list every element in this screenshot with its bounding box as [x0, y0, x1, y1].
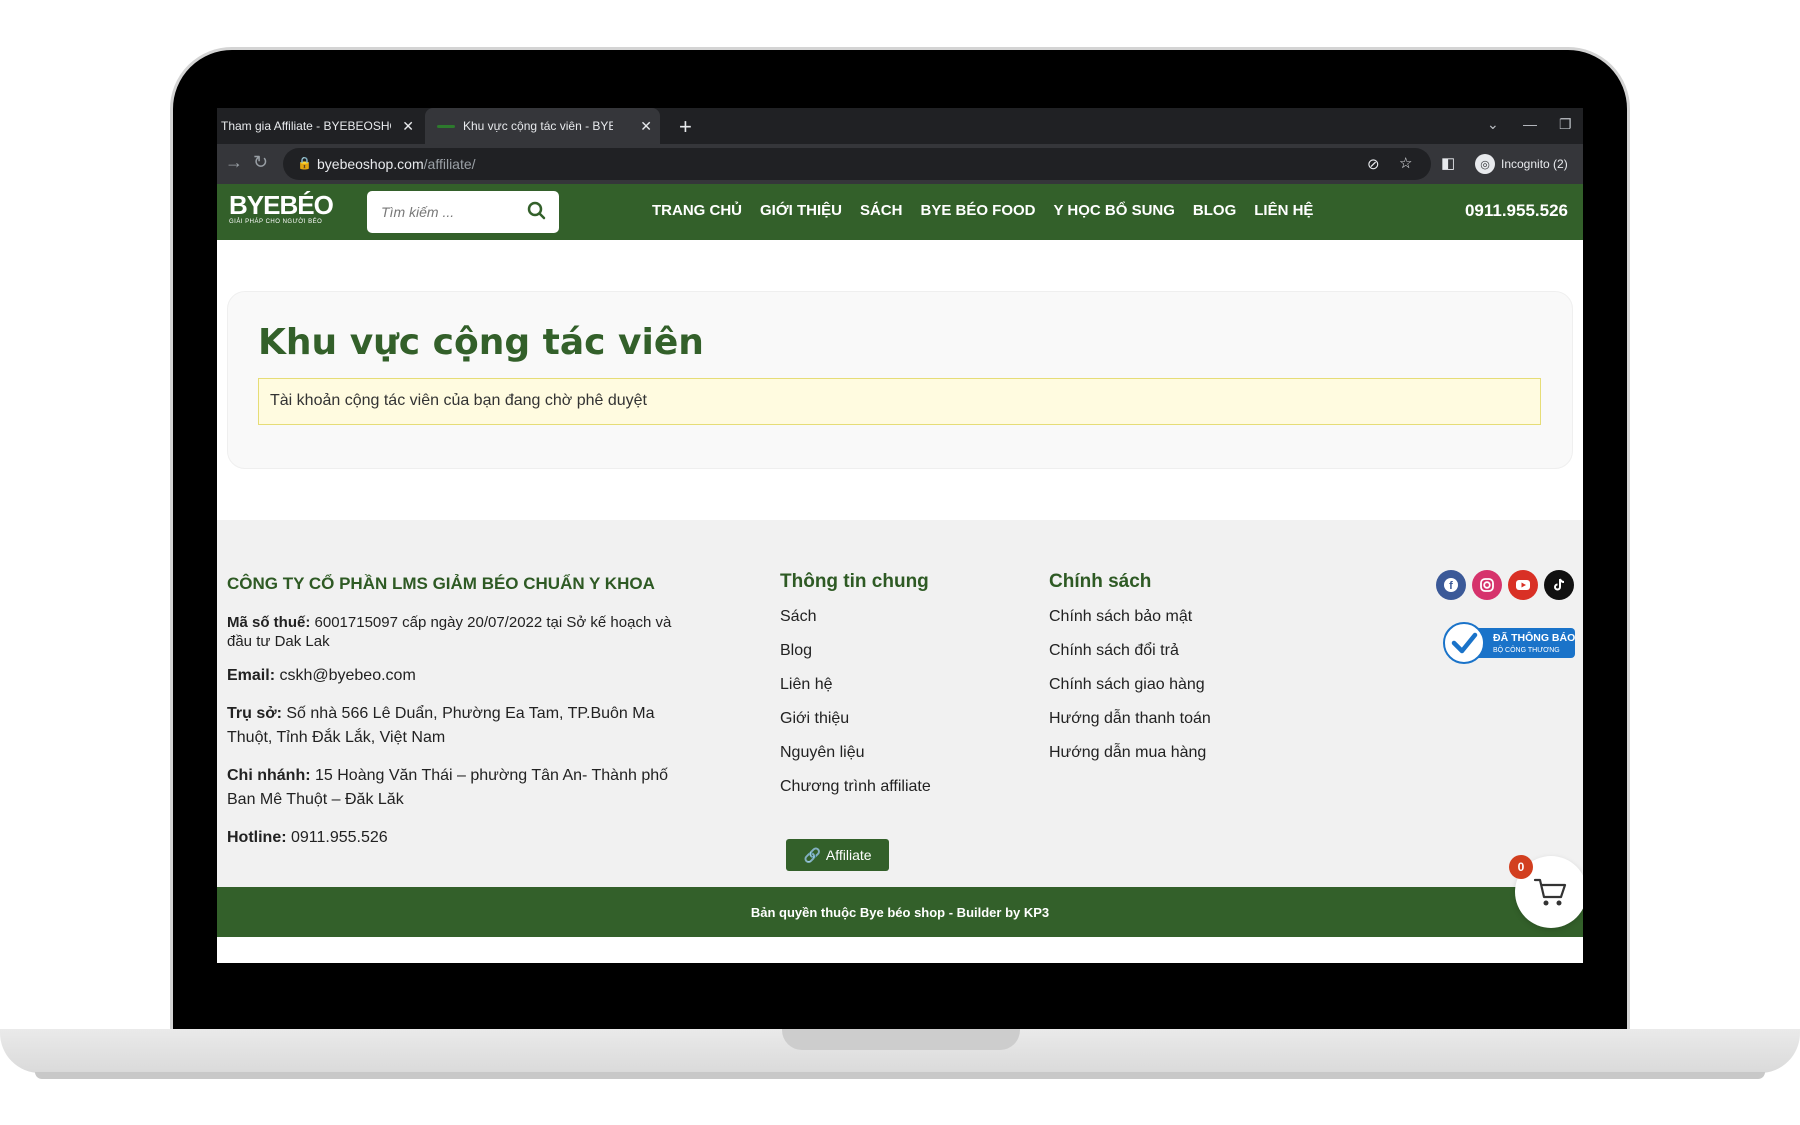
site-footer: CÔNG TY CỔ PHẦN LMS GIẢM BÉO CHUẨN Y KHO…	[217, 520, 1583, 887]
tax-label: Mã số thuế:	[227, 614, 311, 631]
logo-tagline: GIẢI PHÁP CHO NGƯỜI BÉO	[229, 219, 323, 225]
laptop-notch	[782, 1029, 1020, 1050]
url-domain: byebeoshop.com	[317, 156, 424, 172]
hq-info: Trụ sở: Số nhà 566 Lê Duẩn, Phường Ea Ta…	[227, 702, 697, 750]
email-label: Email:	[227, 667, 276, 684]
restore-icon[interactable]: ❐	[1559, 116, 1572, 133]
bct-registered-badge[interactable]: ĐÃ THÔNG BÁO BỘ CÔNG THƯƠNG	[1443, 622, 1575, 664]
footer-link-payment-guide[interactable]: Hướng dẫn thanh toán	[1049, 710, 1211, 744]
nav-contact[interactable]: LIÊN HỆ	[1254, 202, 1313, 219]
nav-medicine[interactable]: Y HỌC BỔ SUNG	[1054, 202, 1175, 219]
footer-link-ingredients[interactable]: Nguyên liệu	[780, 744, 931, 778]
incognito-label: Incognito (2)	[1501, 157, 1568, 171]
instagram-icon[interactable]	[1472, 570, 1502, 600]
tab-title: Khu vực cộng tác viên - BYEBEOSHOP	[463, 119, 613, 133]
bct-badge-line1: ĐÃ THÔNG BÁO	[1493, 631, 1575, 644]
address-bar[interactable]: 🔒 byebeoshop.com/affiliate/ ⊘ ☆	[283, 148, 1431, 180]
general-info-title: Thông tin chung	[780, 571, 929, 592]
cart-icon	[1533, 878, 1567, 906]
browser-toolbar: → ↻ 🔒 byebeoshop.com/affiliate/ ⊘ ☆ ◧ ◎ …	[217, 144, 1583, 184]
footer-link-about[interactable]: Giới thiệu	[780, 710, 931, 744]
policy-title: Chính sách	[1049, 571, 1152, 592]
main-nav: TRANG CHỦ GIỚI THIỆU SÁCH BYE BÉO FOOD Y…	[652, 202, 1313, 219]
incognito-icon: ◎	[1475, 154, 1495, 174]
reload-icon[interactable]: ↻	[253, 152, 268, 173]
company-name: CÔNG TY CỔ PHẦN LMS GIẢM BÉO CHUẨN Y KHO…	[227, 574, 655, 593]
hq-value: Số nhà 566 Lê Duẩn, Phường Ea Tam, TP.Bu…	[227, 705, 655, 746]
branch-label: Chi nhánh:	[227, 767, 311, 784]
tab-bar: Tham gia Affiliate - BYEBEOSHOP ✕ Khu vự…	[217, 108, 1583, 144]
youtube-icon[interactable]	[1508, 570, 1538, 600]
general-links: Sách Blog Liên hệ Giới thiệu Nguyên liệu…	[780, 608, 931, 812]
footer-link-affiliate-program[interactable]: Chương trình affiliate	[780, 778, 931, 812]
copyright-bar: Bản quyền thuộc Bye béo shop - Builder b…	[217, 887, 1583, 937]
bct-badge-line2: BỘ CÔNG THƯƠNG	[1493, 645, 1560, 654]
email-value[interactable]: cskh@byebeo.com	[275, 667, 415, 684]
pending-notice: Tài khoản cộng tác viên của bạn đang chờ…	[258, 378, 1541, 425]
laptop-base-shadow	[35, 1072, 1765, 1079]
footer-link-blog[interactable]: Blog	[780, 642, 931, 676]
logo-text: BYEBÉO	[229, 190, 334, 220]
footer-link-returns[interactable]: Chính sách đổi trả	[1049, 642, 1211, 676]
branch-info: Chi nhánh: 15 Hoàng Văn Thái – phường Tâ…	[227, 764, 697, 812]
incognito-indicator[interactable]: ◎ Incognito (2)	[1475, 152, 1568, 176]
hotline-value[interactable]: 0911.955.526	[287, 829, 388, 846]
favicon-icon	[437, 124, 455, 128]
hotline-info: Hotline: 0911.955.526	[227, 826, 697, 850]
close-tab-icon[interactable]: ✕	[402, 118, 414, 135]
lock-icon: 🔒	[297, 156, 312, 170]
eye-off-icon[interactable]: ⊘	[1367, 155, 1380, 173]
browser-window: Tham gia Affiliate - BYEBEOSHOP ✕ Khu vự…	[217, 108, 1583, 963]
minimize-icon[interactable]: —	[1523, 116, 1537, 132]
cart-count-badge: 0	[1509, 855, 1533, 879]
tab-affiliate-area[interactable]: Khu vực cộng tác viên - BYEBEOSHOP ✕	[425, 108, 660, 144]
hotline-label: Hotline:	[227, 829, 287, 846]
footer-link-books[interactable]: Sách	[780, 608, 931, 642]
page-title: Khu vực cộng tác viên	[258, 322, 704, 363]
url-path: /affiliate/	[423, 156, 476, 172]
search-box[interactable]: Tìm kiếm ...	[367, 191, 559, 233]
star-icon[interactable]: ☆	[1399, 154, 1412, 172]
forward-icon[interactable]: →	[225, 152, 243, 173]
url-text: byebeoshop.com/affiliate/	[317, 156, 476, 172]
tax-info: Mã số thuế: 6001715097 cấp ngày 20/07/20…	[227, 613, 697, 651]
nav-food[interactable]: BYE BÉO FOOD	[920, 202, 1035, 219]
notice-text: Tài khoản cộng tác viên của bạn đang chờ…	[270, 392, 647, 409]
affiliate-button-label: Affiliate	[825, 847, 872, 863]
svg-text:f: f	[1449, 580, 1453, 592]
tab-affiliate-join[interactable]: Tham gia Affiliate - BYEBEOSHOP ✕	[217, 108, 422, 144]
search-input[interactable]: Tìm kiếm ...	[381, 204, 454, 220]
header-phone[interactable]: 0911.955.526	[1465, 201, 1568, 221]
side-panel-icon[interactable]: ◧	[1441, 154, 1455, 172]
policy-links: Chính sách bảo mật Chính sách đổi trả Ch…	[1049, 608, 1211, 778]
affiliate-card: Khu vực cộng tác viên Tài khoản cộng tác…	[227, 291, 1573, 469]
tiktok-icon[interactable]	[1544, 570, 1574, 600]
footer-link-shipping[interactable]: Chính sách giao hàng	[1049, 676, 1211, 710]
nav-books[interactable]: SÁCH	[860, 202, 903, 219]
footer-link-privacy[interactable]: Chính sách bảo mật	[1049, 608, 1211, 642]
site-logo[interactable]: BYEBÉO GIẢI PHÁP CHO NGƯỜI BÉO	[229, 190, 334, 225]
nav-home[interactable]: TRANG CHỦ	[652, 202, 742, 219]
copyright-text: Bản quyền thuộc Bye béo shop - Builder b…	[750, 904, 1050, 920]
footer-link-contact[interactable]: Liên hệ	[780, 676, 931, 710]
footer-link-purchase-guide[interactable]: Hướng dẫn mua hàng	[1049, 744, 1211, 778]
search-icon[interactable]	[527, 201, 547, 221]
link-icon: 🔗	[803, 846, 821, 863]
facebook-icon[interactable]: f	[1436, 570, 1466, 600]
nav-blog[interactable]: BLOG	[1193, 202, 1236, 219]
nav-about[interactable]: GIỚI THIỆU	[760, 202, 842, 219]
hq-label: Trụ sở:	[227, 705, 282, 722]
affiliate-button[interactable]: 🔗 Affiliate	[786, 839, 889, 871]
close-tab-icon[interactable]: ✕	[640, 118, 652, 135]
email-info: Email: cskh@byebeo.com	[227, 664, 697, 688]
tab-title: Tham gia Affiliate - BYEBEOSHOP	[221, 119, 391, 133]
site-header: BYEBÉO GIẢI PHÁP CHO NGƯỜI BÉO Tìm kiếm …	[217, 184, 1583, 240]
new-tab-icon[interactable]: +	[679, 114, 692, 140]
chevron-down-icon[interactable]: ⌄	[1487, 116, 1499, 133]
